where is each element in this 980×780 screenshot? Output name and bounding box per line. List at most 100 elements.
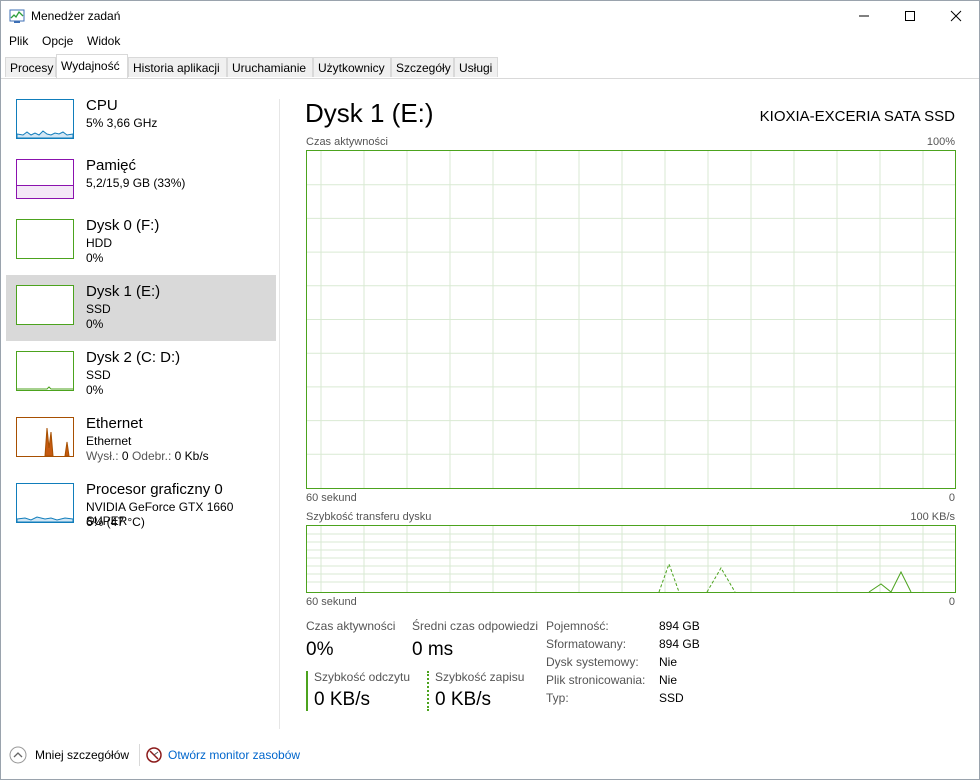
disk2-thumbnail-graph <box>16 351 74 391</box>
task-manager-icon <box>9 9 25 23</box>
transfer-rate-graph <box>306 525 956 593</box>
sidebar-disk0-title: Dysk 0 (F:) <box>86 217 160 234</box>
ethernet-send-value: 0 <box>121 449 129 463</box>
sidebar-memory-title: Pamięć <box>86 157 137 174</box>
sidebar-ethernet-adapter: Ethernet <box>86 434 132 448</box>
read-speed-indicator <box>306 671 308 711</box>
cpu-thumbnail-graph <box>16 99 74 139</box>
sidebar-item-disk0[interactable]: Dysk 0 (F:) HDD 0% <box>6 211 276 277</box>
prop-formatted-value: 894 GB <box>659 637 700 651</box>
sidebar-disk1-type: SSD <box>86 302 111 316</box>
tab-uruchamianie[interactable]: Uruchamianie <box>227 57 313 77</box>
active-time-graph-label: Czas aktywności <box>306 136 388 148</box>
menu-plik[interactable]: Plik <box>9 34 28 48</box>
prop-type-label: Typ: <box>546 691 569 705</box>
prop-system-disk-value: Nie <box>659 655 678 669</box>
sidebar-item-gpu[interactable]: Procesor graficzny 0 NVIDIA GeForce GTX … <box>6 475 276 541</box>
sidebar-disk1-usage: 0% <box>86 317 104 331</box>
footer-bar: Mniej szczegółów Otwórz monitor zasobów <box>1 736 979 776</box>
menu-opcje[interactable]: Opcje <box>42 34 73 48</box>
sidebar-disk2-title: Dysk 2 (C: D:) <box>86 349 181 366</box>
ethernet-mini-chart <box>44 427 70 457</box>
sidebar-cpu-title: CPU <box>86 97 118 114</box>
prop-pagefile-label: Plik stronicowania: <box>546 673 646 687</box>
title-bar[interactable]: Menedżer zadań <box>1 1 979 31</box>
sidebar-item-disk2[interactable]: Dysk 2 (C: D:) SSD 0% <box>6 343 276 409</box>
disk-title: Dysk 1 (E:) <box>305 98 434 128</box>
sidebar-cpu-usage: 5% 3,66 GHz <box>86 116 158 130</box>
panel-divider[interactable] <box>279 99 280 729</box>
cpu-mini-chart <box>16 130 74 139</box>
read-speed-label: Szybkość odczytu <box>314 670 411 684</box>
read-speed-value: 0 KB/s <box>314 689 370 710</box>
sidebar-disk2-usage: 0% <box>86 383 104 397</box>
memory-mini-fill <box>17 185 73 198</box>
sidebar-ethernet-title: Ethernet <box>86 415 143 432</box>
ethernet-receive-label: Odebr.: <box>131 449 172 463</box>
sidebar-disk0-type: HDD <box>86 236 112 250</box>
sidebar-disk1-title: Dysk 1 (E:) <box>86 283 161 300</box>
menu-widok[interactable]: Widok <box>87 34 120 48</box>
gpu-mini-chart <box>16 516 74 523</box>
ethernet-receive-value: 0 Kb/s <box>174 449 209 463</box>
disk0-thumbnail-graph <box>16 219 74 259</box>
task-manager-window: Menedżer zadań Plik Opcje Widok Procesy … <box>0 0 980 780</box>
tab-historia-aplikacji[interactable]: Historia aplikacji <box>128 57 227 77</box>
prop-type-value: SSD <box>659 691 684 705</box>
write-speed-label: Szybkość zapisu <box>435 670 525 684</box>
transfer-graph-max: 100 KB/s <box>910 511 955 523</box>
memory-thumbnail-graph <box>16 159 74 199</box>
chevron-up-circle-icon <box>9 746 27 764</box>
minimize-icon <box>859 15 869 17</box>
response-time-value: 0 ms <box>412 639 454 660</box>
ethernet-thumbnail-graph <box>16 417 74 457</box>
sidebar-disk0-usage: 0% <box>86 251 104 265</box>
close-icon <box>950 10 962 22</box>
tab-uslugi[interactable]: Usługi <box>454 57 498 77</box>
gpu-thumbnail-graph <box>16 483 74 523</box>
resource-monitor-icon <box>146 747 162 763</box>
tab-strip: Procesy Wydajność Historia aplikacji Uru… <box>1 54 979 79</box>
disk1-thumbnail-graph <box>16 285 74 325</box>
maximize-icon <box>905 11 915 21</box>
resource-monitor-label: Otwórz monitor zasobów <box>168 748 301 762</box>
prop-formatted-label: Sformatowany: <box>546 637 627 651</box>
fewer-details-label: Mniej szczegółów <box>35 748 130 762</box>
tab-szczegoly[interactable]: Szczegóły <box>391 57 454 77</box>
footer-separator <box>139 744 140 766</box>
sidebar-gpu-usage: 6% (47 °C) <box>86 515 145 529</box>
maximize-button[interactable] <box>887 1 933 31</box>
transfer-graph-timespan: 60 sekund <box>306 596 357 608</box>
active-time-grid <box>307 151 955 488</box>
window-title: Menedżer zadań <box>31 9 121 23</box>
sidebar-ethernet-throughput: Wysł.: 0 Odebr.: 0 Kb/s <box>86 449 209 463</box>
disk2-mini-chart <box>17 386 73 390</box>
active-time-graph <box>306 150 956 489</box>
prop-system-disk-label: Dysk systemowy: <box>546 655 639 669</box>
active-time-value: 0% <box>306 639 334 660</box>
sidebar-item-cpu[interactable]: CPU 5% 3,66 GHz <box>6 91 276 157</box>
transfer-rate-chart <box>307 526 955 593</box>
tab-uzytkownicy[interactable]: Użytkownicy <box>313 57 391 77</box>
disk-model: KIOXIA-EXCERIA SATA SSD <box>759 108 955 125</box>
tab-procesy[interactable]: Procesy <box>5 57 56 77</box>
active-time-graph-min: 0 <box>948 492 955 504</box>
prop-pagefile-value: Nie <box>659 673 678 687</box>
minimize-button[interactable] <box>841 1 887 31</box>
sidebar-item-disk1[interactable]: Dysk 1 (E:) SSD 0% <box>6 275 276 341</box>
tab-wydajnosc[interactable]: Wydajność <box>56 54 128 78</box>
ethernet-send-label: Wysł.: <box>86 449 119 463</box>
active-time-graph-max: 100% <box>926 136 955 148</box>
sidebar-gpu-title: Procesor graficzny 0 <box>86 481 223 498</box>
response-time-label: Średni czas odpowiedzi <box>412 619 539 633</box>
close-button[interactable] <box>933 1 979 31</box>
active-time-label: Czas aktywności <box>306 619 396 633</box>
write-speed-value: 0 KB/s <box>435 689 491 710</box>
prop-capacity-label: Pojemność: <box>546 619 609 633</box>
sidebar-item-memory[interactable]: Pamięć 5,2/15,9 GB (33%) <box>6 151 276 217</box>
transfer-graph-label: Szybkość transferu dysku <box>306 511 432 523</box>
sidebar-memory-usage: 5,2/15,9 GB (33%) <box>86 176 186 190</box>
menu-bar: Plik Opcje Widok <box>1 32 979 50</box>
transfer-graph-min: 0 <box>948 596 955 608</box>
sidebar-item-ethernet[interactable]: Ethernet Ethernet Wysł.: 0 Odebr.: 0 Kb/… <box>6 409 276 475</box>
